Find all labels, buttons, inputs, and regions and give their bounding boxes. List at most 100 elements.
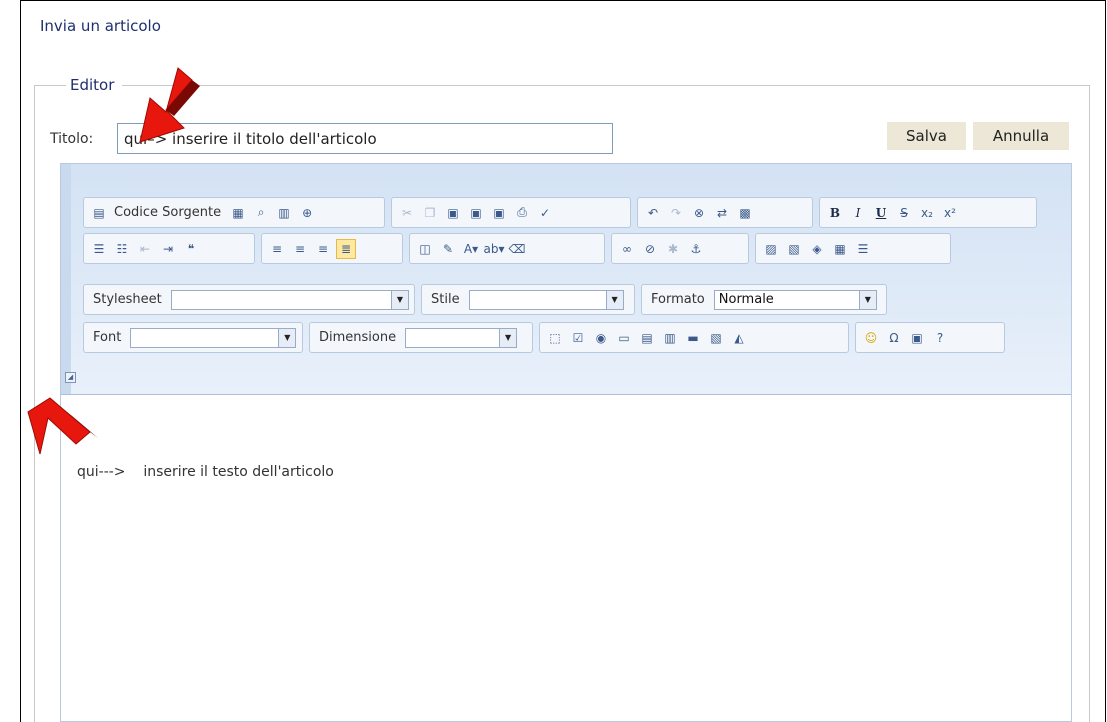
toolbar-row-1: ▤ Codice Sorgente ▦ ⌕ ▥ ⊕ ✂ ❐ ▣ ▣ ▣ ⎙ ✓ … — [83, 197, 1037, 228]
toolbar-row-4: Font ▼ Dimensione ▼ ⬚ ☑ ◉ ▭ ▤ ▥ ▬ ▧ ◭ ☺ … — [83, 322, 1005, 353]
redo-icon[interactable]: ↷ — [666, 203, 686, 223]
superscript-icon[interactable]: x² — [940, 203, 960, 223]
stylesheet-select[interactable]: ▼ — [170, 289, 409, 310]
image-button-icon[interactable]: ▧ — [706, 328, 726, 348]
table-icon[interactable]: ▦ — [830, 239, 850, 259]
justify-icon[interactable]: ≣ — [336, 238, 356, 259]
underline-icon[interactable]: U — [871, 203, 891, 223]
fieldset-legend: Editor — [68, 76, 117, 94]
link-icon[interactable]: ∞ — [617, 239, 637, 259]
zoom-icon[interactable]: ⊕ — [297, 203, 317, 223]
horizontal-rule-icon[interactable]: ☰ — [853, 239, 873, 259]
templates-icon[interactable]: ▥ — [274, 203, 294, 223]
media-icon[interactable]: ◈ — [807, 239, 827, 259]
cancel-button[interactable]: Annulla — [973, 122, 1069, 150]
hidden-field-icon[interactable]: ◭ — [729, 328, 749, 348]
font-select[interactable]: ▼ — [130, 327, 297, 348]
align-center-icon[interactable]: ≡ — [290, 239, 310, 259]
toolbar-group-align: ≡ ≡ ≡ ≣ — [261, 233, 403, 264]
spellcheck-icon[interactable]: ✓ — [535, 203, 555, 223]
replace-icon[interactable]: ⇄ — [712, 203, 732, 223]
bg-color-icon[interactable]: ab▾ — [484, 239, 505, 259]
image-icon[interactable]: ▨ — [761, 239, 781, 259]
outdent-icon[interactable]: ⇤ — [135, 239, 155, 259]
anchor-icon[interactable]: ⚓ — [686, 239, 706, 259]
chevron-down-icon[interactable]: ▼ — [858, 290, 876, 309]
red-arrow-icon — [139, 67, 200, 143]
select-all-icon[interactable]: ▩ — [735, 203, 755, 223]
editor-body-text[interactable]: qui---> inserire il testo dell'articolo — [77, 464, 334, 480]
collapse-toolbar-icon[interactable]: ◢ — [65, 372, 76, 383]
size-label: Dimensione — [319, 330, 397, 345]
fieldset-border — [122, 85, 1090, 86]
bulleted-list-icon[interactable]: ☷ — [112, 239, 132, 259]
paste-text-icon[interactable]: ▣ — [466, 203, 486, 223]
subscript-icon[interactable]: x₂ — [917, 203, 937, 223]
title-label: Titolo: — [50, 131, 94, 147]
radio-icon[interactable]: ◉ — [591, 328, 611, 348]
toolbar-group-lists: ☰ ☷ ⇤ ⇥ ❝ — [83, 233, 255, 264]
size-combo-group: Dimensione ▼ — [309, 322, 533, 353]
text-color-icon[interactable]: A▾ — [461, 239, 481, 259]
align-left-icon[interactable]: ≡ — [267, 239, 287, 259]
red-arrow-icon — [27, 397, 98, 455]
rich-text-editor: ▤ Codice Sorgente ▦ ⌕ ▥ ⊕ ✂ ❐ ▣ ▣ ▣ ⎙ ✓ … — [60, 163, 1072, 722]
help-icon[interactable]: ? — [930, 328, 950, 348]
flash-icon[interactable]: ◫ — [415, 239, 435, 259]
save-icon[interactable]: ▦ — [228, 203, 248, 223]
textarea-icon[interactable]: ▤ — [637, 328, 657, 348]
smiley-icon[interactable]: ☺ — [861, 328, 881, 348]
toolbar-group-edit: ↶ ↷ ⊗ ⇄ ▩ — [637, 197, 813, 228]
toolbar-group-colors: ◫ ✎ A▾ ab▾ ⌫ — [409, 233, 605, 264]
div-icon[interactable]: ✎ — [438, 239, 458, 259]
toolbar-row-3: Stylesheet ▼ Stile ▼ Formato Normale ▼ — [83, 284, 887, 315]
toolbar-row-2: ☰ ☷ ⇤ ⇥ ❝ ≡ ≡ ≡ ≣ ◫ ✎ A▾ ab▾ ⌫ ∞ ⊘ ✱ ⚓ ▨… — [83, 233, 951, 264]
source-button[interactable]: Codice Sorgente — [114, 205, 221, 220]
paste-word-icon[interactable]: ▣ — [489, 203, 509, 223]
chevron-down-icon[interactable]: ▼ — [605, 290, 623, 309]
size-select[interactable]: ▼ — [405, 327, 518, 348]
format-select[interactable]: Normale ▼ — [713, 289, 877, 310]
print-icon[interactable]: ⎙ — [512, 203, 532, 223]
find-icon[interactable]: ⊗ — [689, 203, 709, 223]
numbered-list-icon[interactable]: ☰ — [89, 239, 109, 259]
preview-icon[interactable]: ⌕ — [251, 203, 271, 223]
strikethrough-icon[interactable]: S — [894, 203, 914, 223]
bold-icon[interactable]: B — [825, 203, 845, 223]
unlink-icon[interactable]: ⊘ — [640, 239, 660, 259]
toolbar-group-format: B I U S x₂ x² — [819, 197, 1037, 228]
fieldset-border — [1089, 85, 1090, 722]
select-icon[interactable]: ▥ — [660, 328, 680, 348]
italic-icon[interactable]: I — [848, 203, 868, 223]
image-button-icon[interactable]: ▧ — [784, 239, 804, 259]
remove-format-icon[interactable]: ⌫ — [507, 239, 527, 259]
blockquote-icon[interactable]: ❝ — [181, 239, 201, 259]
form-icon[interactable]: ⬚ — [545, 328, 565, 348]
indent-icon[interactable]: ⇥ — [158, 239, 178, 259]
anchor-remove-icon[interactable]: ✱ — [663, 239, 683, 259]
align-right-icon[interactable]: ≡ — [313, 239, 333, 259]
copy-icon[interactable]: ❐ — [420, 203, 440, 223]
save-button[interactable]: Salva — [887, 122, 966, 150]
stylesheet-combo-group: Stylesheet ▼ — [83, 284, 415, 315]
cut-icon[interactable]: ✂ — [397, 203, 417, 223]
paste-icon[interactable]: ▣ — [443, 203, 463, 223]
chevron-down-icon[interactable]: ▼ — [278, 328, 296, 347]
fieldset-border — [34, 85, 66, 86]
font-combo-group: Font ▼ — [83, 322, 303, 353]
toolbar-group-links: ∞ ⊘ ✱ ⚓ — [611, 233, 749, 264]
undo-icon[interactable]: ↶ — [643, 203, 663, 223]
chevron-down-icon[interactable]: ▼ — [391, 290, 408, 309]
toolbar-group-source: ▤ Codice Sorgente ▦ ⌕ ▥ ⊕ — [83, 197, 385, 228]
style-select[interactable]: ▼ — [468, 289, 624, 310]
special-char-icon[interactable]: Ω — [884, 328, 904, 348]
page-break-icon[interactable]: ▣ — [907, 328, 927, 348]
style-label: Stile — [431, 292, 460, 307]
format-combo-group: Formato Normale ▼ — [641, 284, 887, 315]
textfield-icon[interactable]: ▭ — [614, 328, 634, 348]
chevron-down-icon[interactable]: ▼ — [499, 328, 517, 347]
button-icon[interactable]: ▬ — [683, 328, 703, 348]
toolbar-group-clipboard: ✂ ❐ ▣ ▣ ▣ ⎙ ✓ — [391, 197, 631, 228]
toolbar-group-misc: ☺ Ω ▣ ? — [855, 322, 1005, 353]
checkbox-icon[interactable]: ☑ — [568, 328, 588, 348]
